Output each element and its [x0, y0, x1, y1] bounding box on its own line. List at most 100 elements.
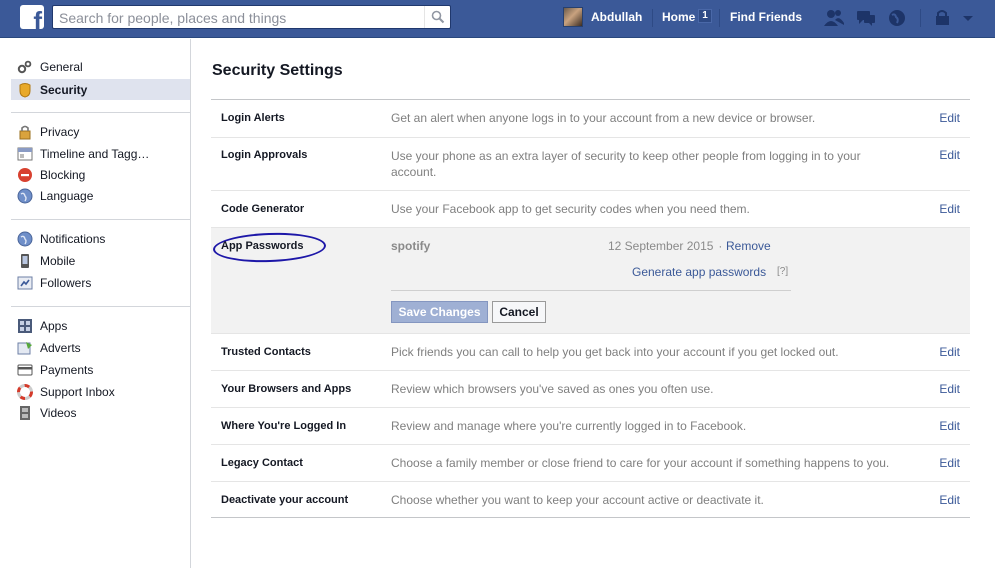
card-icon: [17, 362, 33, 378]
sidebar-item-followers[interactable]: Followers: [11, 272, 190, 293]
sidebar-divider: [11, 112, 190, 113]
settings-row-where-logged-in[interactable]: Where You're Logged In Review and manage…: [211, 407, 970, 444]
followers-icon: [17, 275, 33, 291]
nav-divider: [719, 9, 720, 27]
settings-sidebar: General Security Privacy Timeline and Ta…: [0, 39, 191, 568]
sidebar-item-label: Apps: [40, 318, 68, 333]
row-description: Choose whether you want to keep your acc…: [391, 493, 764, 507]
edit-link[interactable]: Edit: [939, 202, 960, 216]
nav-divider: [652, 9, 653, 27]
edit-link[interactable]: Edit: [939, 382, 960, 396]
sidebar-item-payments[interactable]: Payments: [11, 359, 190, 380]
settings-row-trusted-contacts[interactable]: Trusted Contacts Pick friends you can ca…: [211, 333, 970, 370]
row-label: Where You're Logged In: [221, 420, 347, 432]
chevron-down-icon[interactable]: [960, 8, 976, 28]
user-name: Abdullah: [591, 10, 643, 24]
friend-requests-icon[interactable]: [823, 8, 845, 28]
sidebar-item-support-inbox[interactable]: Support Inbox: [11, 381, 190, 402]
row-label: Login Alerts: [221, 112, 285, 124]
top-bar: f Abdullah Home 1 Find Friends: [0, 0, 995, 38]
sidebar-item-security[interactable]: Security: [11, 79, 190, 100]
timeline-icon: [17, 146, 33, 162]
notifications-globe-icon[interactable]: [887, 8, 909, 28]
generate-app-passwords-link[interactable]: Generate app passwords: [632, 265, 766, 279]
search-button[interactable]: [424, 6, 450, 28]
edit-link[interactable]: Edit: [939, 111, 960, 125]
lock-icon: [17, 124, 33, 140]
film-icon: [17, 405, 33, 421]
row-label: Trusted Contacts: [221, 346, 311, 358]
sidebar-item-label: Language: [40, 188, 94, 203]
row-description: Use your phone as an extra layer of secu…: [391, 149, 861, 179]
row-description: Choose a family member or close friend t…: [391, 456, 890, 470]
sidebar-item-label: Videos: [40, 405, 77, 420]
sidebar-item-label: Payments: [40, 362, 94, 377]
sidebar-item-timeline[interactable]: Timeline and Tagg…: [11, 143, 190, 164]
settings-row-login-alerts[interactable]: Login Alerts Get an alert when anyone lo…: [211, 100, 970, 137]
separator: ·: [715, 239, 726, 253]
adverts-icon: [17, 340, 33, 356]
blocking-icon: [17, 167, 33, 183]
row-label: App Passwords: [221, 240, 304, 252]
globe-icon: [17, 231, 33, 247]
edit-link[interactable]: Edit: [939, 148, 960, 162]
row-label: Code Generator: [221, 203, 305, 215]
settings-row-login-approvals[interactable]: Login Approvals Use your phone as an ext…: [211, 137, 970, 190]
sidebar-item-label: Blocking: [40, 167, 86, 182]
sidebar-item-label: Support Inbox: [40, 384, 115, 399]
sidebar-item-videos[interactable]: Videos: [11, 402, 190, 423]
avatar: [563, 7, 583, 27]
row-description: Use your Facebook app to get security co…: [391, 202, 750, 216]
privacy-shortcuts-icon[interactable]: [933, 8, 955, 28]
edit-link[interactable]: Edit: [939, 345, 960, 359]
find-friends-link[interactable]: Find Friends: [730, 10, 802, 24]
row-description: Review which browsers you've saved as on…: [391, 382, 714, 396]
save-changes-button[interactable]: Save Changes: [391, 301, 488, 323]
globe-icon: [17, 188, 33, 204]
home-link[interactable]: Home: [662, 10, 695, 24]
sidebar-item-notifications[interactable]: Notifications: [11, 228, 190, 249]
edit-link[interactable]: Edit: [939, 419, 960, 433]
sidebar-item-apps[interactable]: Apps: [11, 315, 190, 336]
edit-link[interactable]: Edit: [939, 456, 960, 470]
row-description: Review and manage where you're currently…: [391, 419, 747, 433]
sidebar-item-language[interactable]: Language: [11, 185, 190, 206]
sidebar-item-label: Privacy: [40, 124, 80, 139]
sidebar-item-label: Adverts: [40, 340, 81, 355]
app-name: spotify: [391, 239, 431, 253]
search-icon: [431, 10, 445, 24]
row-label: Your Browsers and Apps: [221, 383, 352, 395]
mobile-icon: [17, 253, 33, 269]
facebook-logo[interactable]: f: [20, 5, 44, 29]
row-label: Login Approvals: [221, 149, 308, 161]
settings-row-code-generator[interactable]: Code Generator Use your Facebook app to …: [211, 190, 970, 227]
messages-icon[interactable]: [855, 8, 877, 28]
apps-icon: [17, 318, 33, 334]
sidebar-divider: [11, 219, 190, 220]
sidebar-item-label: General: [40, 59, 83, 74]
cancel-button[interactable]: Cancel: [492, 301, 546, 323]
sidebar-item-label: Followers: [40, 275, 92, 290]
gears-icon: [17, 59, 33, 75]
remove-link[interactable]: Remove: [726, 239, 771, 253]
settings-row-deactivate-account[interactable]: Deactivate your account Choose whether y…: [211, 481, 970, 517]
settings-row-legacy-contact[interactable]: Legacy Contact Choose a family member or…: [211, 444, 970, 481]
row-description: Get an alert when anyone logs in to your…: [391, 111, 816, 125]
lifebuoy-icon: [17, 383, 33, 400]
sidebar-item-adverts[interactable]: Adverts: [11, 337, 190, 358]
profile-link[interactable]: Abdullah: [563, 5, 642, 29]
edit-link[interactable]: Edit: [939, 493, 960, 507]
home-count-badge: 1: [698, 9, 712, 23]
sidebar-item-label: Security: [40, 82, 88, 97]
page-title: Security Settings: [212, 62, 343, 79]
sidebar-item-general[interactable]: General: [11, 56, 190, 77]
help-link[interactable]: [?]: [777, 266, 788, 277]
sidebar-item-mobile[interactable]: Mobile: [11, 250, 190, 271]
logo-letter: f: [33, 6, 42, 29]
search-input[interactable]: [59, 9, 419, 26]
security-settings-table: Login Alerts Get an alert when anyone lo…: [211, 99, 970, 518]
sidebar-item-blocking[interactable]: Blocking: [11, 164, 190, 185]
sidebar-item-privacy[interactable]: Privacy: [11, 121, 190, 142]
settings-row-browsers-and-apps[interactable]: Your Browsers and Apps Review which brow…: [211, 370, 970, 407]
row-label: Deactivate your account: [221, 494, 349, 506]
